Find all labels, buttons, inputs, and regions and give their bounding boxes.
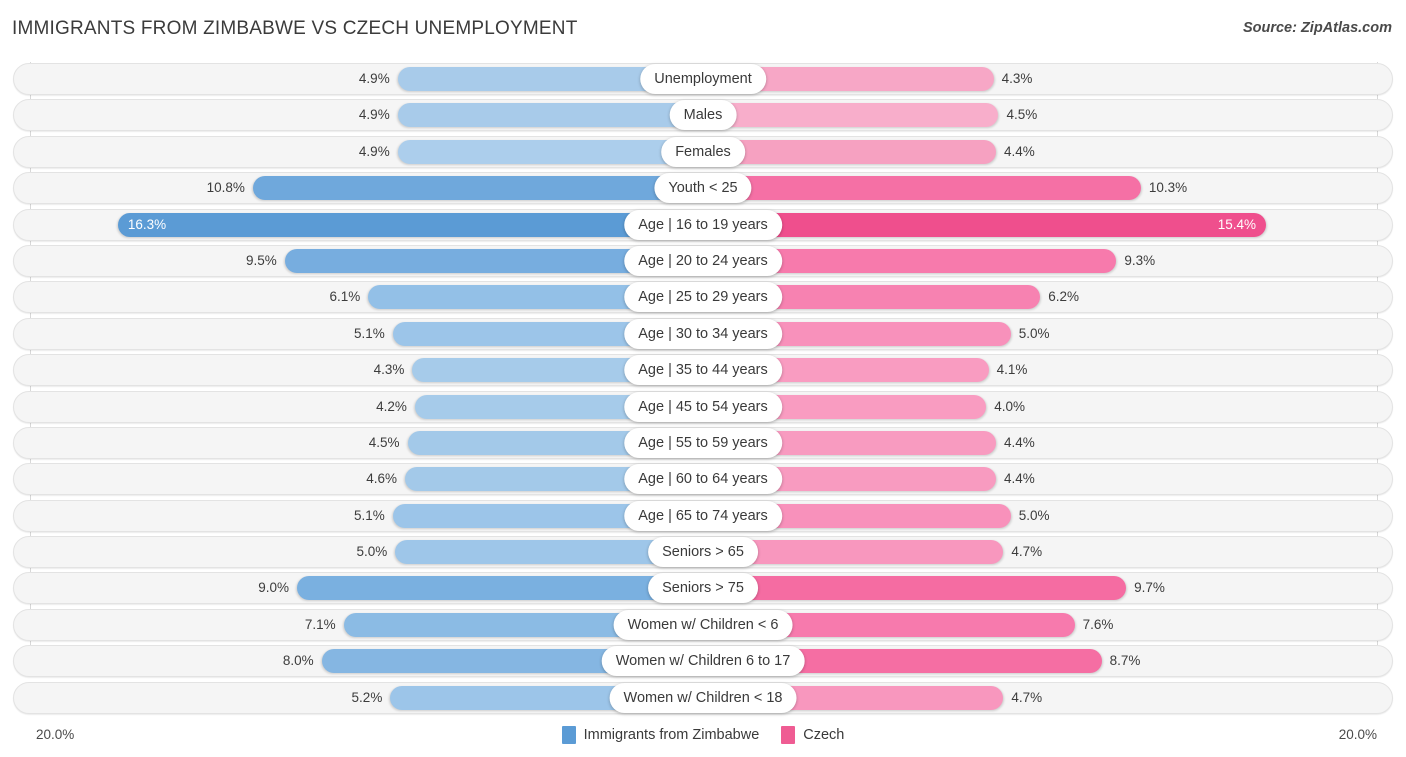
bar-value-right: 4.5%: [1006, 107, 1038, 123]
bar-value-left: 4.2%: [376, 398, 407, 414]
row-category-label: Age | 45 to 54 years: [624, 391, 782, 422]
chart-plot-area: 4.9% 4.3% Unemployment 4.9% 4.5% Males 4.9% 4.4…: [0, 56, 1406, 716]
bar-value-right: 8.7%: [1109, 653, 1141, 669]
bar-value-right: 4.3%: [1001, 71, 1033, 86]
row-category-label: Age | 25 to 29 years: [624, 282, 782, 313]
bar-value-left: 9.0%: [258, 580, 290, 596]
bar-value-left: 4.9%: [358, 107, 390, 123]
chart-row: 8.0% 8.7% Women w/ Children 6 to 17: [0, 644, 1406, 680]
bar-value-right: 5.0%: [1018, 507, 1050, 523]
chart-row: 9.0% 9.7% Seniors > 75: [0, 571, 1406, 607]
row-category-label: Age | 20 to 24 years: [624, 245, 782, 276]
bar-value-right: 4.4%: [1004, 471, 1035, 487]
bar-value-left: 9.5%: [245, 252, 277, 268]
chart-row: 5.2% 4.7% Women w/ Children < 18: [0, 681, 1406, 717]
chart-row: 10.8% 10.3% Youth < 25: [0, 171, 1406, 207]
row-category-label: Women w/ Children 6 to 17: [601, 646, 805, 677]
legend-label: Immigrants from Zimbabwe: [583, 727, 760, 743]
bar-value-left: 5.0%: [356, 544, 388, 560]
bar-value-left: 4.5%: [368, 434, 400, 450]
legend-swatch-icon: [561, 726, 576, 744]
source-credit: Source: ZipAtlas.com: [1242, 20, 1392, 36]
chart-row: 4.9% 4.5% Males: [0, 98, 1406, 134]
page-title: IMMIGRANTS FROM ZIMBABWE VS CZECH UNEMPL…: [12, 18, 578, 39]
bar-value-right: 4.1%: [996, 362, 1028, 378]
bar-value-right: 9.7%: [1134, 580, 1165, 596]
bar-right-czech[interactable]: [703, 176, 1141, 201]
bar-value-right: 10.3%: [1148, 180, 1188, 196]
bar-value-right: 6.2%: [1048, 289, 1079, 305]
chart-row: 4.5% 4.4% Age | 55 to 59 years: [0, 426, 1406, 462]
bar-value-right: 4.7%: [1011, 689, 1043, 705]
bar-left-immigrants-from-zimbabwe[interactable]: [397, 139, 703, 164]
bar-value-right: 15.4%: [1217, 216, 1257, 232]
bar-value-left: 4.3%: [373, 362, 405, 378]
bar-value-left: 8.0%: [282, 653, 314, 669]
chart-row: 6.1% 6.2% Age | 25 to 29 years: [0, 280, 1406, 316]
chart-row: 4.2% 4.0% Age | 45 to 54 years: [0, 390, 1406, 426]
chart-footer: 20.0% 20.0% Immigrants from Zimbabwe Czec…: [0, 716, 1406, 757]
bar-value-left: 5.1%: [354, 325, 385, 341]
bar-value-left: 4.9%: [358, 71, 390, 86]
legend-item[interactable]: Czech: [781, 726, 844, 744]
chart-row: 7.1% 7.6% Women w/ Children < 6: [0, 608, 1406, 644]
chart-legend: Immigrants from Zimbabwe Czech: [0, 726, 1406, 744]
row-category-label: Women w/ Children < 18: [609, 682, 797, 713]
chart-row: 4.3% 4.1% Age | 35 to 44 years: [0, 353, 1406, 389]
row-category-label: Women w/ Children < 6: [613, 609, 793, 640]
bar-value-right: 4.7%: [1011, 544, 1043, 560]
row-category-label: Age | 30 to 34 years: [624, 318, 782, 349]
chart-row: 4.9% 4.3% Unemployment: [0, 62, 1406, 98]
chart-row: 5.0% 4.7% Seniors > 65: [0, 535, 1406, 571]
row-category-label: Seniors > 75: [648, 573, 758, 604]
legend-label: Czech: [803, 727, 845, 743]
bar-right-czech[interactable]: [703, 576, 1127, 601]
chart-row: 16.3% 15.4% Age | 16 to 19 years: [0, 208, 1406, 244]
row-category-label: Age | 60 to 64 years: [624, 464, 782, 495]
bar-value-left: 5.1%: [354, 507, 385, 523]
chart-header: IMMIGRANTS FROM ZIMBABWE VS CZECH UNEMPL…: [0, 0, 1406, 56]
chart-row: 4.6% 4.4% Age | 60 to 64 years: [0, 462, 1406, 498]
bar-value-left: 4.9%: [358, 143, 390, 159]
bar-value-left: 5.2%: [351, 689, 383, 705]
legend-item[interactable]: Immigrants from Zimbabwe: [561, 726, 760, 744]
bar-value-left: 10.8%: [206, 180, 245, 196]
bar-value-right: 4.4%: [1004, 434, 1035, 450]
bar-left-immigrants-from-zimbabwe[interactable]: [397, 103, 703, 128]
bar-value-left: 4.6%: [366, 471, 398, 487]
bar-value-right: 4.0%: [994, 398, 1025, 414]
bar-value-right: 9.3%: [1124, 252, 1156, 268]
bar-right-czech[interactable]: [703, 139, 997, 164]
bar-value-right: 7.6%: [1082, 616, 1114, 632]
row-category-label: Age | 16 to 19 years: [624, 209, 782, 240]
chart-row: 4.9% 4.4% Females: [0, 135, 1406, 171]
bar-value-left: 7.1%: [304, 616, 336, 632]
row-category-label: Females: [661, 136, 745, 167]
bar-right-czech[interactable]: [703, 103, 999, 128]
row-category-label: Unemployment: [640, 64, 766, 94]
bar-value-right: 4.4%: [1004, 143, 1035, 159]
chart-row: 5.1% 5.0% Age | 30 to 34 years: [0, 317, 1406, 353]
chart-row: 5.1% 5.0% Age | 65 to 74 years: [0, 499, 1406, 535]
row-category-label: Seniors > 65: [648, 537, 758, 568]
bar-value-right: 5.0%: [1018, 325, 1050, 341]
chart-row: 9.5% 9.3% Age | 20 to 24 years: [0, 244, 1406, 280]
row-category-label: Age | 35 to 44 years: [624, 355, 782, 386]
bar-rows-container: 4.9% 4.3% Unemployment 4.9% 4.5% Males 4.9% 4.4…: [0, 62, 1406, 717]
bar-value-left: 6.1%: [329, 289, 361, 305]
legend-swatch-icon: [781, 726, 796, 744]
row-category-label: Males: [669, 100, 737, 131]
row-category-label: Age | 55 to 59 years: [624, 427, 782, 458]
bar-value-left: 16.3%: [127, 216, 167, 232]
row-category-label: Youth < 25: [654, 173, 752, 204]
bar-left-immigrants-from-zimbabwe[interactable]: [297, 576, 703, 601]
row-category-label: Age | 65 to 74 years: [624, 500, 782, 531]
bar-left-immigrants-from-zimbabwe[interactable]: [252, 176, 703, 201]
